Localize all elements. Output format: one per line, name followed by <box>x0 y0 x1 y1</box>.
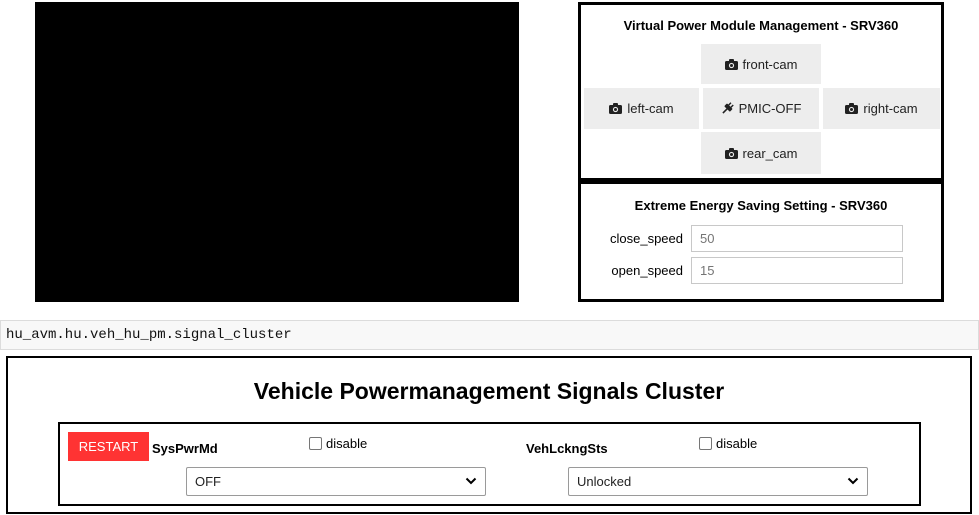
camera-icon <box>845 103 859 114</box>
virtual-power-module-panel: Virtual Power Module Management - SRV360… <box>578 2 944 181</box>
ees-title: Extreme Energy Saving Setting - SRV360 <box>634 198 888 213</box>
close-speed-input[interactable] <box>691 224 903 252</box>
disable-vehlckngsts[interactable]: disable <box>699 436 757 451</box>
vpm-title: Virtual Power Module Management - SRV360 <box>623 18 899 33</box>
open-speed-input[interactable] <box>691 256 903 284</box>
pmic-off-label: PMIC-OFF <box>738 101 802 116</box>
close-speed-label: close_speed <box>610 230 683 246</box>
signal-name-vehlckngsts: VehLckngSts <box>526 441 608 456</box>
left-cam-label: left-cam <box>627 101 674 116</box>
pmic-off-button[interactable]: PMIC-OFF <box>703 88 819 129</box>
disable-syspwrmd[interactable]: disable <box>309 436 367 451</box>
restart-button[interactable]: RESTART <box>68 432 149 461</box>
camera-video-feed <box>35 2 519 302</box>
front-cam-label: front-cam <box>742 56 798 72</box>
disable-syspwrmd-label: disable <box>326 436 368 451</box>
right-cam-button[interactable]: right-cam <box>823 88 940 129</box>
right-cam-label: right-cam <box>863 101 918 116</box>
vehlckngsts-selected: Unlocked <box>577 474 632 489</box>
open-speed-label: open_speed <box>611 262 683 278</box>
cluster-title: Vehicle Powermanagement Signals Cluster <box>253 378 725 404</box>
disable-vehlckngsts-checkbox[interactable] <box>699 437 712 450</box>
chevron-down-icon <box>847 477 859 485</box>
vehlckngsts-select[interactable]: Unlocked <box>568 467 868 496</box>
open-speed-row: open_speed <box>581 256 903 284</box>
front-cam-button[interactable]: front-cam <box>701 44 821 84</box>
camera-icon <box>609 103 623 114</box>
disable-syspwrmd-checkbox[interactable] <box>309 437 322 450</box>
signals-box: RESTART SysPwrMd disable VehLckngSts dis… <box>58 422 921 506</box>
rear-cam-label: rear_cam <box>742 145 798 161</box>
signal-name-syspwrmd: SysPwrMd <box>152 441 218 456</box>
syspwrmd-selected: OFF <box>195 474 221 489</box>
left-cam-button[interactable]: left-cam <box>584 88 699 129</box>
camera-icon <box>724 58 738 70</box>
extreme-energy-saving-panel: Extreme Energy Saving Setting - SRV360 c… <box>578 181 944 302</box>
signals-cluster-panel: Vehicle Powermanagement Signals Cluster … <box>6 356 972 514</box>
camera-icon <box>724 147 738 159</box>
topic-path: hu_avm.hu.veh_hu_pm.signal_cluster <box>0 320 979 350</box>
close-speed-row: close_speed <box>581 224 903 252</box>
chevron-down-icon <box>465 477 477 485</box>
disable-vehlckngsts-label: disable <box>716 436 758 451</box>
syspwrmd-select[interactable]: OFF <box>186 467 486 496</box>
plug-icon <box>721 102 734 114</box>
rear-cam-button[interactable]: rear_cam <box>701 132 821 174</box>
